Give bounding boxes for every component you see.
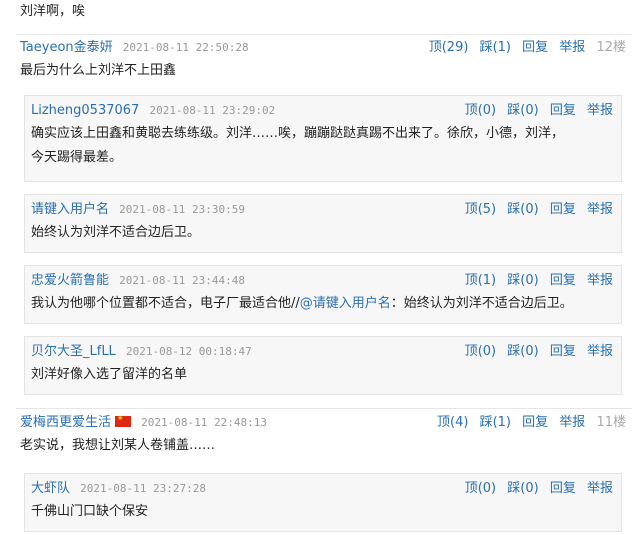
reply-header: Lizheng0537067 2021-08-11 23:29:02 顶(0) … xyxy=(31,100,613,122)
downvote-button[interactable]: 踩(0) xyxy=(507,273,538,288)
reply-item: 忠爱火箭鲁能 2021-08-11 23:44:48 顶(1) 踩(0) 回复 … xyxy=(24,265,622,324)
comment-username[interactable]: Taeyeon金泰妍 xyxy=(20,40,113,55)
report-button[interactable]: 举报 xyxy=(559,415,585,430)
reply-username[interactable]: 大虾队 xyxy=(31,481,70,496)
reply-username[interactable]: 贝尔大圣_LfLL xyxy=(31,344,116,359)
report-button[interactable]: 举报 xyxy=(587,344,613,359)
reply-button[interactable]: 回复 xyxy=(522,415,548,430)
reply-timestamp: 2021-08-11 23:30:59 xyxy=(119,203,245,216)
reply-username[interactable]: 请键入用户名 xyxy=(31,202,109,217)
reply-item: 贝尔大圣_LfLL 2021-08-12 00:18:47 顶(0) 踩(0) … xyxy=(24,336,622,395)
previous-comment-text: 刘洋啊，唉 xyxy=(20,4,86,19)
reply-text: 千佛山门口缺个保安 xyxy=(31,504,149,519)
reply-text-line: 确实应该上田鑫和黄聪去练练级。刘洋……唉，蹦蹦跶跶真踢不出来了。徐欣，小德，刘洋… xyxy=(31,126,565,141)
comment-11: 爱梅西更爱生活 2021-08-11 22:48:13 顶(4) 踩(1) 回复… xyxy=(16,411,626,457)
floor-number: 12楼 xyxy=(596,40,626,55)
reply-actions: 顶(0) 踩(0) 回复 举报 xyxy=(458,341,613,363)
comment-actions: 顶(29) 踩(1) 回复 举报 12楼 xyxy=(422,36,626,60)
mention-link[interactable]: @请键入用户名 xyxy=(300,296,391,311)
reply-header: 忠爱火箭鲁能 2021-08-11 23:44:48 顶(1) 踩(0) 回复 … xyxy=(31,270,613,292)
reply-timestamp: 2021-08-11 23:29:02 xyxy=(149,104,276,117)
divider xyxy=(16,408,632,409)
upvote-button[interactable]: 顶(29) xyxy=(429,40,469,55)
downvote-button[interactable]: 踩(0) xyxy=(507,481,538,496)
downvote-button[interactable]: 踩(1) xyxy=(480,40,511,55)
upvote-button[interactable]: 顶(1) xyxy=(465,273,496,288)
reply-button[interactable]: 回复 xyxy=(550,273,576,288)
comment-text: 老实说，我想让刘某人卷铺盖…… xyxy=(20,438,216,453)
reply-text: 刘洋好像入选了留洋的名单 xyxy=(31,367,188,382)
comment-header: 爱梅西更爱生活 2021-08-11 22:48:13 顶(4) 踩(1) 回复… xyxy=(16,411,626,435)
report-button[interactable]: 举报 xyxy=(559,40,585,55)
floor-number: 11楼 xyxy=(596,415,626,430)
reply-button[interactable]: 回复 xyxy=(550,202,576,217)
reply-timestamp: 2021-08-12 00:18:47 xyxy=(125,345,252,358)
reply-text: 始终认为刘洋不适合边后卫。 xyxy=(31,225,201,240)
comment-header: Taeyeon金泰妍 2021-08-11 22:50:28 顶(29) 踩(1… xyxy=(16,36,626,60)
upvote-button[interactable]: 顶(0) xyxy=(465,103,496,118)
reply-button[interactable]: 回复 xyxy=(522,40,548,55)
china-flag-icon xyxy=(115,413,132,427)
report-button[interactable]: 举报 xyxy=(587,103,613,118)
reply-username[interactable]: Lizheng0537067 xyxy=(31,103,139,118)
reply-username[interactable]: 忠爱火箭鲁能 xyxy=(31,273,109,288)
downvote-button[interactable]: 踩(1) xyxy=(480,415,511,430)
reply-header: 贝尔大圣_LfLL 2021-08-12 00:18:47 顶(0) 踩(0) … xyxy=(31,341,613,363)
reply-text-line: 今天踢得最差。 xyxy=(31,150,123,165)
divider xyxy=(16,34,632,35)
comment-12: Taeyeon金泰妍 2021-08-11 22:50:28 顶(29) 踩(1… xyxy=(16,36,626,82)
upvote-button[interactable]: 顶(0) xyxy=(465,344,496,359)
report-button[interactable]: 举报 xyxy=(587,481,613,496)
report-button[interactable]: 举报 xyxy=(587,273,613,288)
downvote-button[interactable]: 踩(0) xyxy=(507,202,538,217)
comment-timestamp: 2021-08-11 22:50:28 xyxy=(122,41,249,54)
reply-actions: 顶(0) 踩(0) 回复 举报 xyxy=(458,478,613,500)
reply-button[interactable]: 回复 xyxy=(550,344,576,359)
reply-item: 请键入用户名 2021-08-11 23:30:59 顶(5) 踩(0) 回复 … xyxy=(24,194,622,253)
reply-header: 大虾队 2021-08-11 23:27:28 顶(0) 踩(0) 回复 举报 xyxy=(31,478,613,500)
reply-actions: 顶(0) 踩(0) 回复 举报 xyxy=(458,100,613,122)
downvote-button[interactable]: 踩(0) xyxy=(507,103,538,118)
reply-timestamp: 2021-08-11 23:27:28 xyxy=(80,482,206,495)
upvote-button[interactable]: 顶(0) xyxy=(465,481,496,496)
reply-header: 请键入用户名 2021-08-11 23:30:59 顶(5) 踩(0) 回复 … xyxy=(31,199,613,221)
reply-timestamp: 2021-08-11 23:44:48 xyxy=(119,274,245,287)
comment-username[interactable]: 爱梅西更爱生活 xyxy=(20,415,111,430)
upvote-button[interactable]: 顶(5) xyxy=(465,202,496,217)
upvote-button[interactable]: 顶(4) xyxy=(437,415,468,430)
reply-item: Lizheng0537067 2021-08-11 23:29:02 顶(0) … xyxy=(24,95,622,182)
reply-text: 我认为他哪个位置都不适合，电子厂最适合他//@请键入用户名：始终认为刘洋不适合边… xyxy=(31,296,573,311)
comment-text: 最后为什么上刘洋不上田鑫 xyxy=(20,63,177,78)
comment-timestamp: 2021-08-11 22:48:13 xyxy=(141,416,267,429)
reply-item: 大虾队 2021-08-11 23:27:28 顶(0) 踩(0) 回复 举报 … xyxy=(24,473,622,532)
comment-actions: 顶(4) 踩(1) 回复 举报 11楼 xyxy=(430,411,626,435)
downvote-button[interactable]: 踩(0) xyxy=(507,344,538,359)
report-button[interactable]: 举报 xyxy=(587,202,613,217)
reply-actions: 顶(5) 踩(0) 回复 举报 xyxy=(458,199,613,221)
reply-button[interactable]: 回复 xyxy=(550,103,576,118)
reply-actions: 顶(1) 踩(0) 回复 举报 xyxy=(458,270,613,292)
reply-button[interactable]: 回复 xyxy=(550,481,576,496)
